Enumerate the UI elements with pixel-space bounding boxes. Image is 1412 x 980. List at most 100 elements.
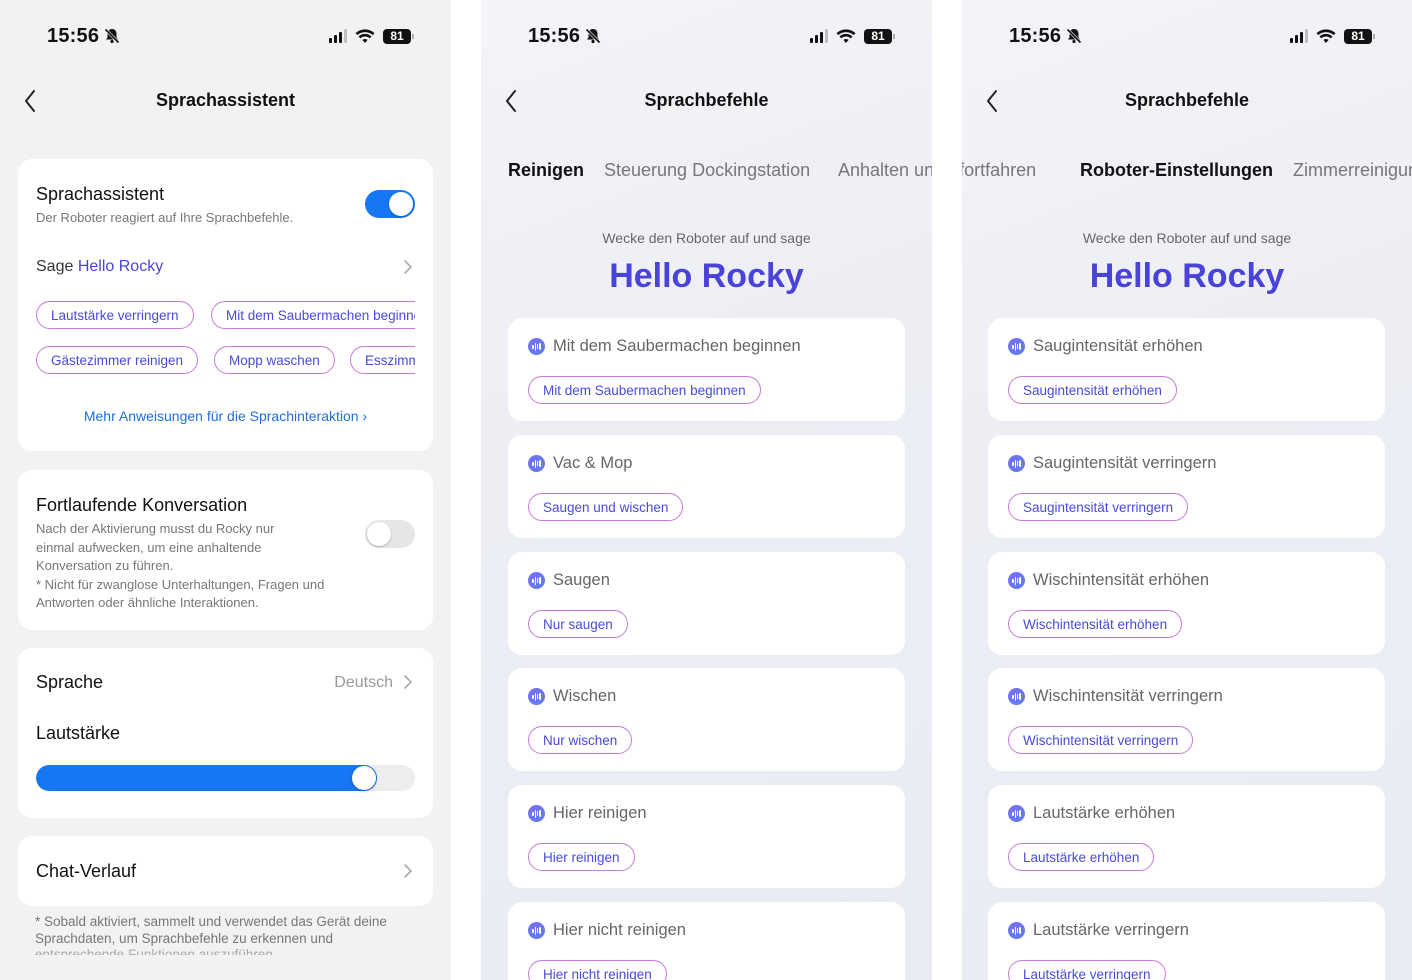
command-example-chip[interactable]: Wischintensität erhöhen (1008, 610, 1183, 638)
voice-commands-cleaning-screen: 15:56 81 Sprachbefehle Reinigen Steuerun… (481, 0, 932, 980)
cellular-signal-icon (329, 29, 347, 43)
command-card: Wischintensität erhöhen Wischintensität … (988, 552, 1385, 655)
status-bar: 15:56 81 (528, 22, 895, 50)
command-title: Wischintensität verringern (1033, 687, 1223, 705)
voice-assistant-screen: 15:56 81 Sprachassistent Sprachassistent… (0, 0, 451, 980)
chat-history-label: Chat-Verlauf (36, 861, 137, 881)
example-chip[interactable]: Lautstärke verringern (36, 301, 194, 329)
chevron-right-icon (404, 864, 413, 878)
command-title: Wischen (553, 687, 617, 705)
battery-level: 81 (1351, 29, 1365, 43)
command-card: Saugintensität erhöhen Saugintensität er… (988, 318, 1385, 421)
clock: 15:56 (47, 24, 100, 47)
battery-icon: 81 (1344, 28, 1375, 44)
language-row[interactable]: Sprache Deutsch (18, 648, 433, 714)
voice-wave-icon (1008, 338, 1025, 355)
battery-icon: 81 (864, 28, 895, 44)
conversation-title: Fortlaufende Konversation (36, 495, 248, 515)
voice-wave-icon (528, 805, 545, 822)
privacy-footnote: * Sobald aktiviert, sammelt und verwende… (35, 914, 387, 955)
volume-slider-thumb[interactable] (352, 766, 376, 790)
wake-instruction: Wecke den Roboter auf und sage (602, 230, 811, 246)
example-chip[interactable]: Mit dem Saubermachen beginnen (211, 301, 415, 329)
volume-slider-fill (36, 765, 377, 791)
wifi-icon (836, 28, 856, 43)
conversation-card: Fortlaufende Konversation Nach der Aktiv… (18, 470, 433, 630)
command-card: Wischintensität verringern Wischintensit… (988, 668, 1385, 771)
language-value: Deutsch (334, 674, 393, 691)
command-example-chip[interactable]: Wischintensität verringern (1008, 726, 1194, 754)
command-category-tabs: Reinigen Steuerung Dockingstation Anhalt… (481, 160, 932, 186)
battery-level: 81 (390, 29, 404, 43)
command-example-chip[interactable]: Nur saugen (528, 610, 628, 638)
assistant-card: Sprachassistent Der Roboter reagiert auf… (18, 159, 433, 451)
command-title: Saugintensität verringern (1033, 454, 1217, 472)
wake-word-heading: Hello Rocky (609, 257, 804, 295)
example-chip[interactable]: Mopp waschen (214, 346, 335, 374)
command-card: Saugintensität verringern Saugintensität… (988, 435, 1385, 538)
more-instructions-label: Mehr Anweisungen für die Sprachinterakti… (83, 408, 359, 424)
voice-wave-icon (1008, 688, 1025, 705)
voice-wave-icon (1008, 922, 1025, 939)
voice-wave-icon (528, 455, 545, 472)
command-example-chip[interactable]: Saugintensität erhöhen (1008, 376, 1177, 404)
command-example-chip[interactable]: Lautstärke erhöhen (1008, 843, 1155, 871)
tab-anhalten-und-fortfahren[interactable]: Anhalten und fortfahren (962, 160, 1036, 181)
chat-history-row[interactable]: Chat-Verlauf (18, 836, 433, 906)
command-example-chip[interactable]: Hier nicht reinigen (528, 960, 667, 980)
command-title: Vac & Mop (553, 454, 633, 472)
command-example-chip[interactable]: Nur wischen (528, 726, 633, 754)
tab-zimmerreinigung[interactable]: Zimmerreinigung (1293, 160, 1412, 181)
voice-wave-icon (528, 688, 545, 705)
nav-bar: Sprachbefehle (962, 84, 1412, 118)
page-title: Sprachbefehle (644, 90, 769, 110)
more-instructions-link[interactable]: Mehr Anweisungen für die Sprachinterakti… (18, 408, 433, 424)
command-card: Saugen Nur saugen (508, 552, 905, 655)
command-card: Hier reinigen Hier reinigen (508, 785, 905, 888)
tab-roboter-einstellungen[interactable]: Roboter-Einstellungen (1080, 160, 1273, 181)
wifi-icon (355, 28, 375, 43)
tab-anhalten-und-fortfahren[interactable]: Anhalten und fortfahren (838, 160, 932, 181)
battery-icon: 81 (383, 28, 414, 44)
nav-bar: Sprachassistent (0, 84, 451, 118)
wake-instruction: Wecke den Roboter auf und sage (1082, 230, 1292, 246)
conversation-toggle[interactable] (365, 520, 415, 548)
command-title: Hier reinigen (553, 804, 647, 822)
wake-word-heading: Hello Rocky (1089, 257, 1285, 295)
voice-wave-icon (1008, 572, 1025, 589)
language-label: Sprache (36, 672, 104, 692)
command-title: Wischintensität erhöhen (1033, 571, 1210, 589)
clock: 15:56 (1009, 24, 1062, 47)
page-title: Sprachbefehle (1124, 90, 1250, 110)
page-title: Sprachassistent (155, 90, 296, 110)
example-chip[interactable]: Gästezimmer reinigen (36, 346, 199, 374)
conversation-description: Nach der Aktivierung musst du Rocky nur … (36, 521, 325, 610)
command-category-tabs: Anhalten und fortfahren Roboter-Einstell… (962, 160, 1412, 186)
command-card: Mit dem Saubermachen beginnen Mit dem Sa… (508, 318, 905, 421)
command-title: Saugintensität erhöhen (1033, 337, 1203, 355)
command-example-chip[interactable]: Mit dem Saubermachen beginnen (528, 376, 761, 404)
voice-wave-icon (1008, 455, 1025, 472)
tab-reinigen[interactable]: Reinigen (508, 160, 584, 181)
bell-muted-icon (585, 28, 601, 44)
command-example-chip[interactable]: Hier reinigen (528, 843, 635, 871)
language-volume-card: Sprache Deutsch Lautstärke (18, 648, 433, 818)
command-card: Lautstärke erhöhen Lautstärke erhöhen (988, 785, 1385, 888)
chevron-right-icon (404, 675, 413, 689)
command-card: Lautstärke verringern Lautstärke verring… (988, 902, 1385, 980)
command-example-chip[interactable]: Saugintensität verringern (1008, 493, 1189, 521)
command-title: Mit dem Saubermachen beginnen (553, 337, 801, 355)
status-bar: 15:56 81 (1009, 22, 1375, 50)
cellular-signal-icon (810, 29, 828, 43)
command-title: Lautstärke erhöhen (1033, 804, 1176, 822)
command-example-chip[interactable]: Lautstärke verringern (1008, 960, 1166, 980)
command-example-chip[interactable]: Saugen und wischen (528, 493, 684, 521)
example-chip[interactable]: Esszimmer (350, 346, 415, 374)
voice-wave-icon (528, 922, 545, 939)
cellular-signal-icon (1290, 29, 1308, 43)
tab-steuerung-dockingstation[interactable]: Steuerung Dockingstation (604, 160, 810, 181)
command-title: Saugen (553, 571, 610, 589)
wifi-icon (1316, 28, 1336, 43)
status-bar: 15:56 81 (47, 22, 414, 50)
command-title: Lautstärke verringern (1033, 921, 1189, 939)
